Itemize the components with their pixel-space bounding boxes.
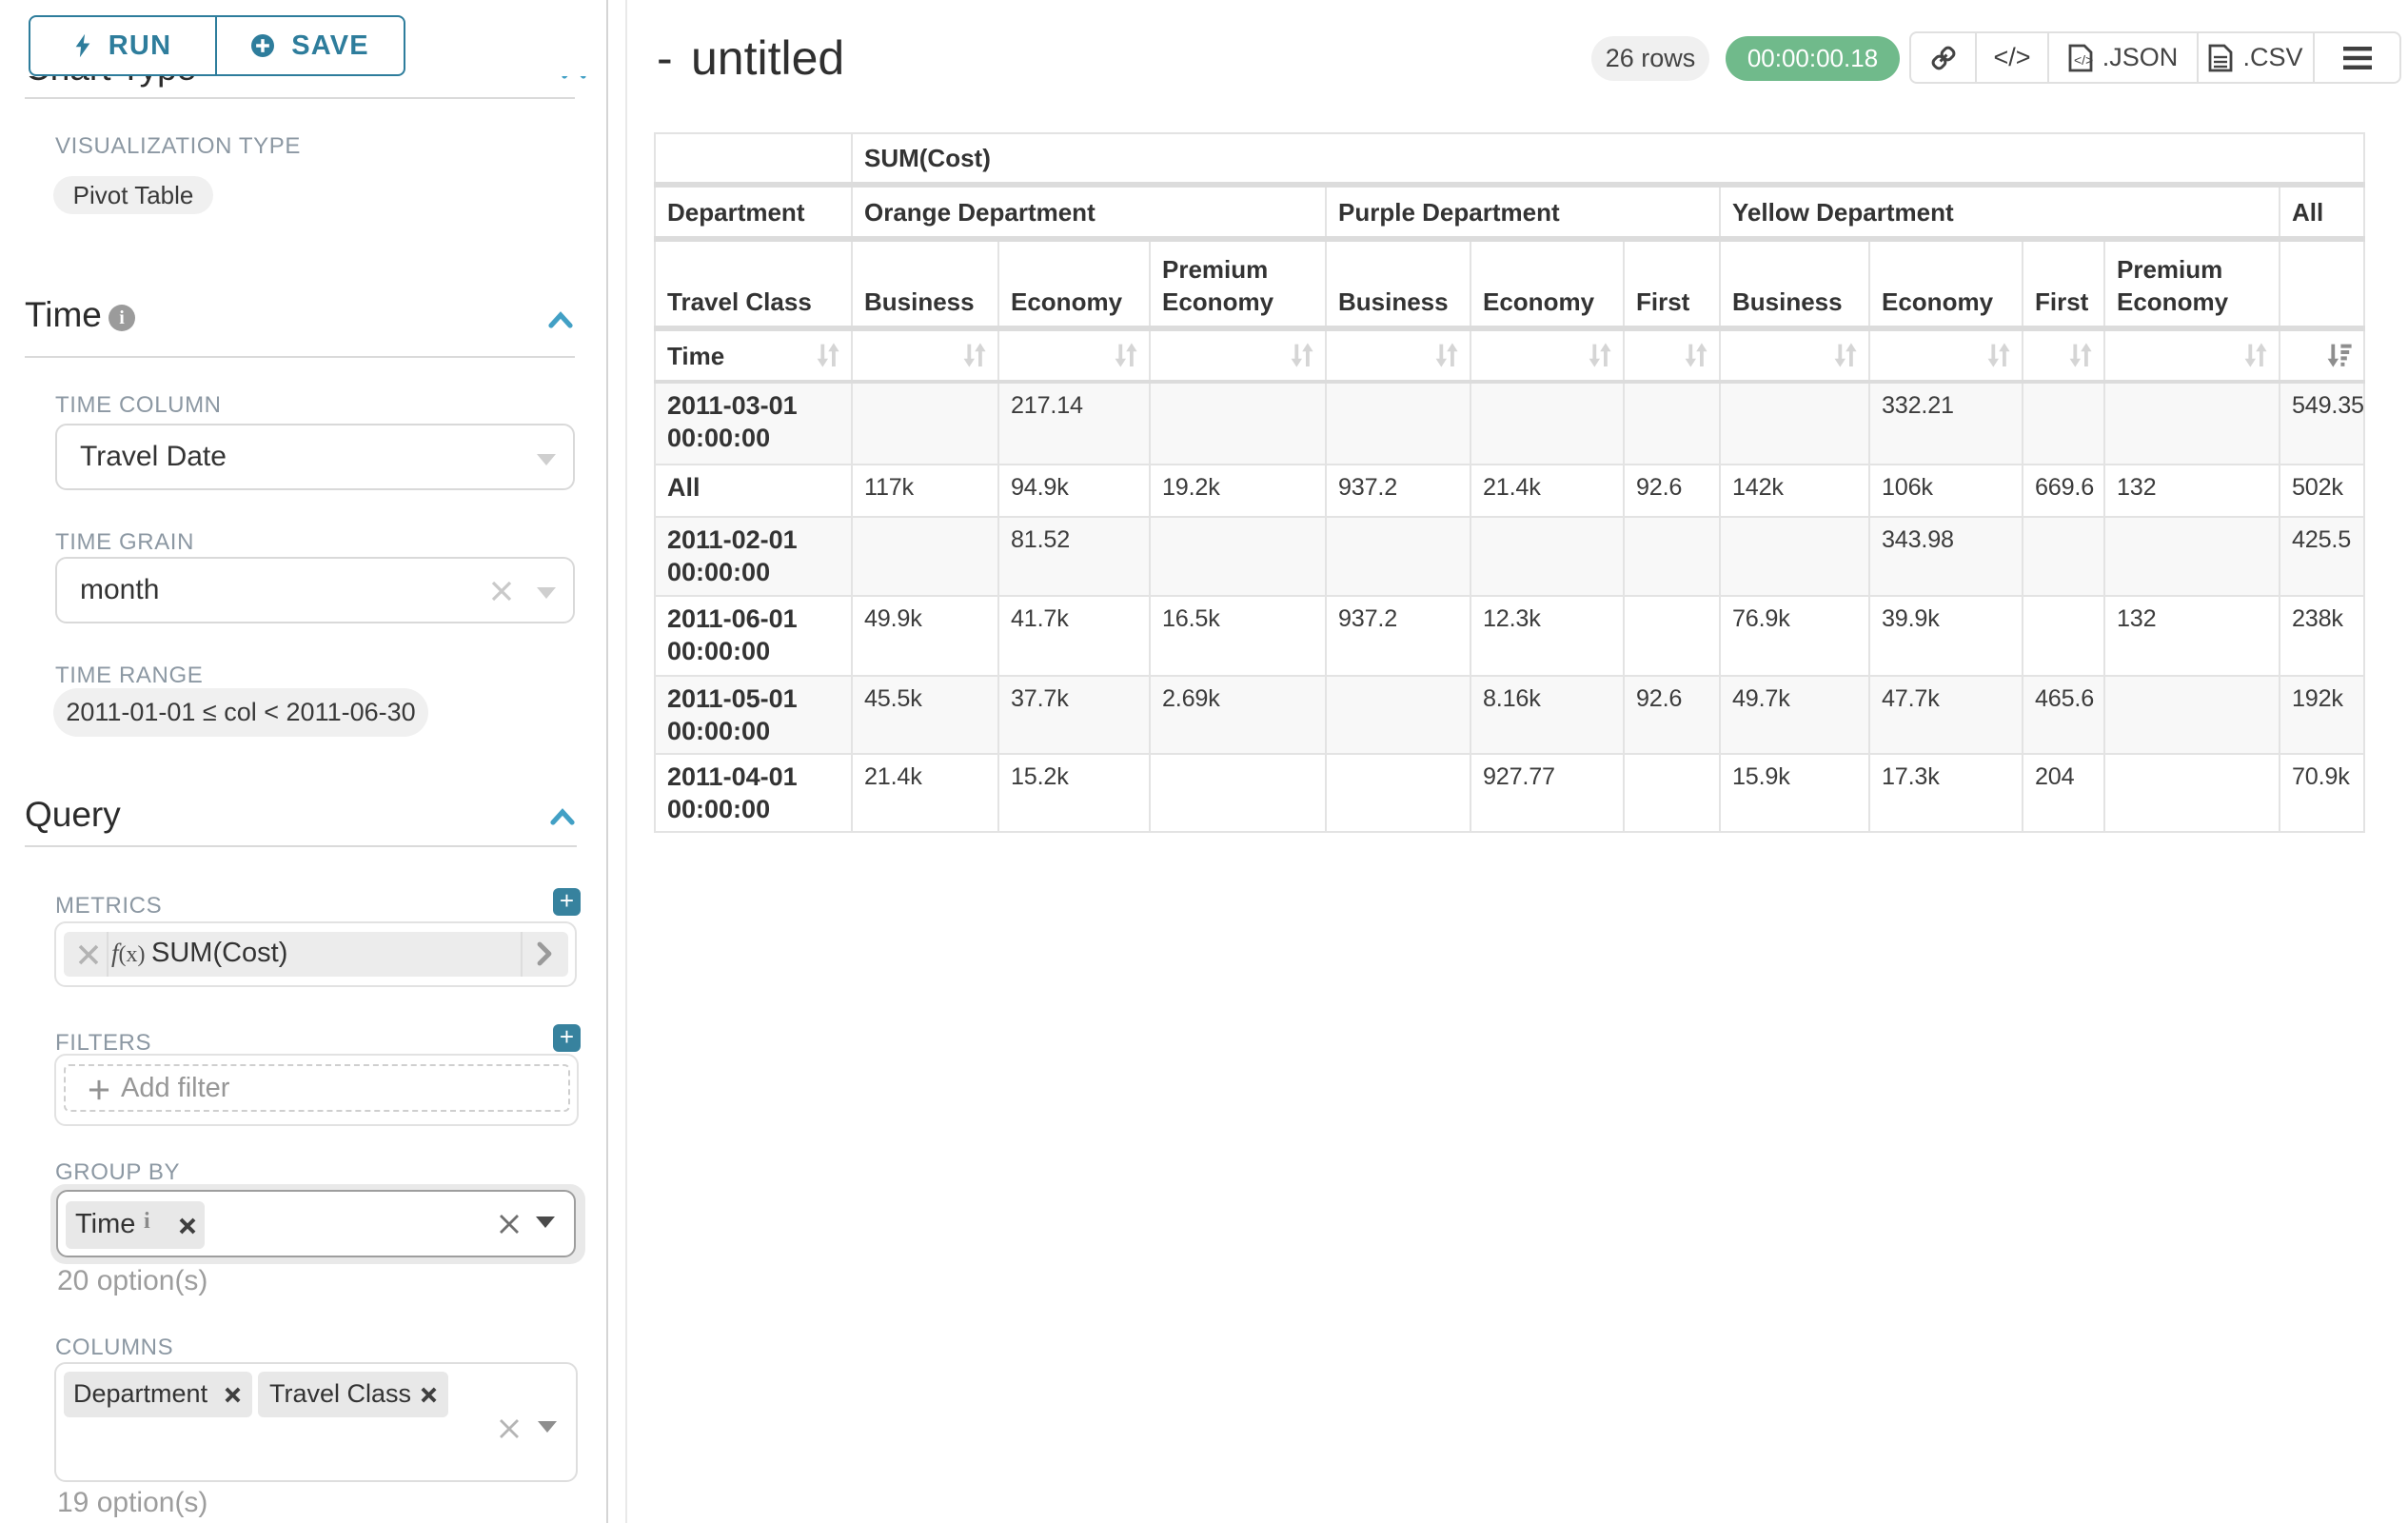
svg-text:</>: </> bbox=[2074, 52, 2093, 68]
